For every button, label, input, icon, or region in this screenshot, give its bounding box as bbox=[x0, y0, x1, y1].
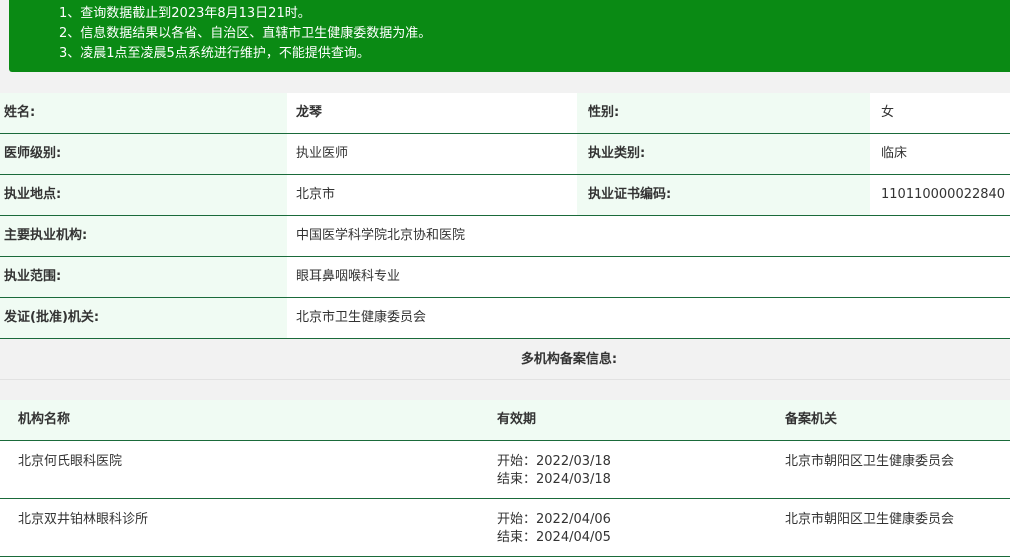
multi-institution-title: 多机构备案信息: bbox=[0, 340, 1010, 380]
info-row-scope: 执业范围: 眼耳鼻咽喉科专业 bbox=[0, 257, 1010, 298]
table-row: 北京双井铂林眼科诊所 开始：2022/04/06 结束：2024/04/05 北… bbox=[0, 499, 1010, 557]
cert-label: 执业证书编码: bbox=[577, 175, 870, 215]
table-header-row: 机构名称 有效期 备案机关 bbox=[0, 400, 1010, 441]
notice-banner: 1、查询数据截止到2023年8月13日21时。 2、信息数据结果以各省、自治区、… bbox=[9, 0, 1010, 72]
category-label: 执业类别: bbox=[577, 134, 870, 174]
location-label: 执业地点: bbox=[0, 175, 287, 215]
scope-value: 眼耳鼻咽喉科专业 bbox=[287, 257, 1010, 297]
multi-institution-table: 机构名称 有效期 备案机关 北京何氏眼科医院 开始：2022/03/18 结束：… bbox=[0, 400, 1010, 557]
header-institution-name: 机构名称 bbox=[18, 412, 71, 427]
info-row-institution: 主要执业机构: 中国医学科学院北京协和医院 bbox=[0, 216, 1010, 257]
notice-line-1: 1、查询数据截止到2023年8月13日21时。 bbox=[59, 6, 311, 21]
institution-name: 北京何氏眼科医院 bbox=[18, 454, 123, 469]
info-row-level: 医师级别: 执业医师 执业类别: 临床 bbox=[0, 134, 1010, 175]
institution-name: 北京双井铂林眼科诊所 bbox=[18, 512, 149, 527]
validity-period: 开始：2022/03/18 结束：2024/03/18 bbox=[497, 453, 611, 489]
period-start: 开始：2022/04/06 bbox=[497, 512, 611, 527]
level-value: 执业医师 bbox=[287, 134, 577, 174]
location-value: 北京市 bbox=[287, 175, 577, 215]
doctor-info-table: 姓名: 龙琴 性别: 女 医师级别: 执业医师 执业类别: 临床 执业地点: 北… bbox=[0, 93, 1010, 339]
info-row-name: 姓名: 龙琴 性别: 女 bbox=[0, 93, 1010, 134]
gender-value: 女 bbox=[870, 93, 1010, 133]
info-row-location: 执业地点: 北京市 执业证书编码: 110110000022840 bbox=[0, 175, 1010, 216]
institution-label: 主要执业机构: bbox=[0, 216, 287, 256]
notice-line-3: 3、凌晨1点至凌晨5点系统进行维护，不能提供查询。 bbox=[59, 46, 370, 61]
notice-line-2: 2、信息数据结果以各省、自治区、直辖市卫生健康委数据为准。 bbox=[59, 26, 432, 41]
info-row-issuer: 发证(批准)机关: 北京市卫生健康委员会 bbox=[0, 298, 1010, 339]
category-value: 临床 bbox=[870, 134, 1010, 174]
scope-label: 执业范围: bbox=[0, 257, 287, 297]
issuer-value: 北京市卫生健康委员会 bbox=[287, 298, 1010, 338]
name-label: 姓名: bbox=[0, 93, 287, 133]
validity-period: 开始：2022/04/06 结束：2024/04/05 bbox=[497, 511, 611, 547]
cert-value: 110110000022840 bbox=[870, 175, 1010, 215]
issuer-label: 发证(批准)机关: bbox=[0, 298, 287, 338]
header-validity-period: 有效期 bbox=[497, 412, 537, 427]
filing-authority: 北京市朝阳区卫生健康委员会 bbox=[785, 454, 955, 469]
period-end: 结束：2024/04/05 bbox=[497, 530, 611, 545]
header-filing-authority: 备案机关 bbox=[785, 412, 838, 427]
level-label: 医师级别: bbox=[0, 134, 287, 174]
filing-authority: 北京市朝阳区卫生健康委员会 bbox=[785, 512, 955, 527]
gender-label: 性别: bbox=[577, 93, 870, 133]
period-end: 结束：2024/03/18 bbox=[497, 472, 611, 487]
period-start: 开始：2022/03/18 bbox=[497, 454, 611, 469]
institution-value: 中国医学科学院北京协和医院 bbox=[287, 216, 1010, 256]
table-row: 北京何氏眼科医院 开始：2022/03/18 结束：2024/03/18 北京市… bbox=[0, 441, 1010, 499]
name-value: 龙琴 bbox=[287, 93, 577, 133]
